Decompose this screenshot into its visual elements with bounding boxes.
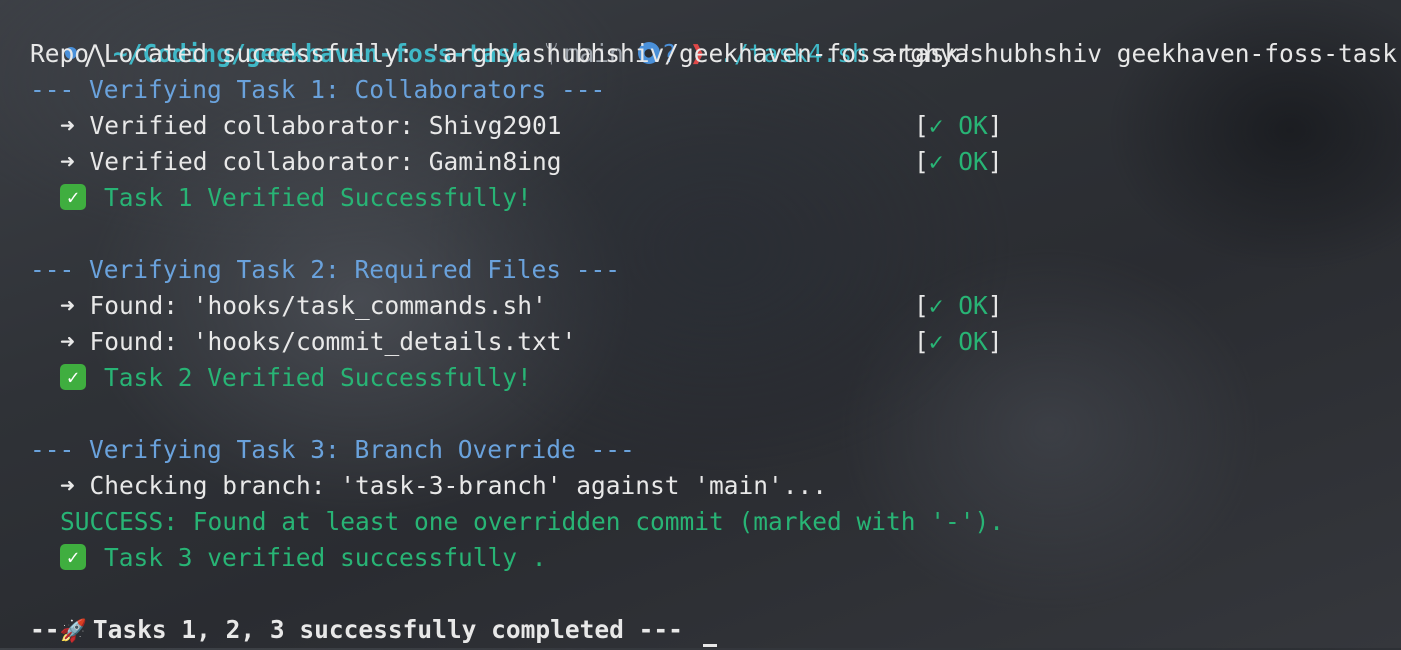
task2-result: ✓ Task 2 Verified Successfully! xyxy=(60,360,532,396)
terminal-cursor xyxy=(703,644,717,647)
final-summary-line: --🚀 Tasks 1, 2, 3 successfully completed … xyxy=(30,612,683,648)
ok-label: ✓ OK xyxy=(928,291,988,320)
task2-item-1-status: [✓ OK] xyxy=(914,291,1003,320)
final-summary-text: Tasks 1, 2, 3 successfully completed --- xyxy=(92,615,683,644)
task3-success-line: SUCCESS: Found at least one overridden c… xyxy=(60,507,1005,536)
prompt-line: ⋀ ~/Coding/geekhaven-foss-task ᛘ main ●? ❱ ./t… xyxy=(6,0,1397,68)
task2-item-2-status: [✓ OK] xyxy=(914,327,1003,356)
task1-item-1: ➜ Verified collaborator: Shivg2901 xyxy=(60,111,562,140)
task1-header: --- Verifying Task 1: Collaborators --- xyxy=(30,75,606,104)
check-mark-icon: ✓ xyxy=(60,364,86,390)
task1-item-1-status: [✓ OK] xyxy=(914,111,1003,140)
task3-result-text: Task 3 verified successfully . xyxy=(104,543,547,572)
task1-item-2: ➜ Verified collaborator: Gamin8ing xyxy=(60,147,562,176)
task1-result-text: Task 1 Verified Successfully! xyxy=(104,183,532,212)
repo-located-line: Repo Located successfully: 'arghyashubhs… xyxy=(30,39,975,68)
task2-item-1: ➜ Found: 'hooks/task_commands.sh' xyxy=(60,291,547,320)
ok-label: ✓ OK xyxy=(928,111,988,140)
task2-header: --- Verifying Task 2: Required Files --- xyxy=(30,255,621,284)
task3-header: --- Verifying Task 3: Branch Override --… xyxy=(30,435,635,464)
task2-result-text: Task 2 Verified Successfully! xyxy=(104,363,532,392)
ok-label: ✓ OK xyxy=(928,147,988,176)
rocket-icon: 🚀 xyxy=(59,619,87,644)
task1-result: ✓ Task 1 Verified Successfully! xyxy=(60,180,532,216)
terminal-window[interactable]: ⋀ ~/Coding/geekhaven-foss-task ᛘ main ●? ❱ ./t… xyxy=(0,0,1401,648)
task1-item-2-status: [✓ OK] xyxy=(914,147,1003,176)
task2-item-2: ➜ Found: 'hooks/commit_details.txt' xyxy=(60,327,577,356)
check-mark-icon: ✓ xyxy=(60,544,86,570)
final-prefix: -- xyxy=(30,615,60,644)
task3-checking-line: ➜ Checking branch: 'task-3-branch' again… xyxy=(60,471,828,500)
ok-label: ✓ OK xyxy=(928,327,988,356)
task3-result: ✓ Task 3 verified successfully . xyxy=(60,540,547,576)
check-mark-icon: ✓ xyxy=(60,184,86,210)
